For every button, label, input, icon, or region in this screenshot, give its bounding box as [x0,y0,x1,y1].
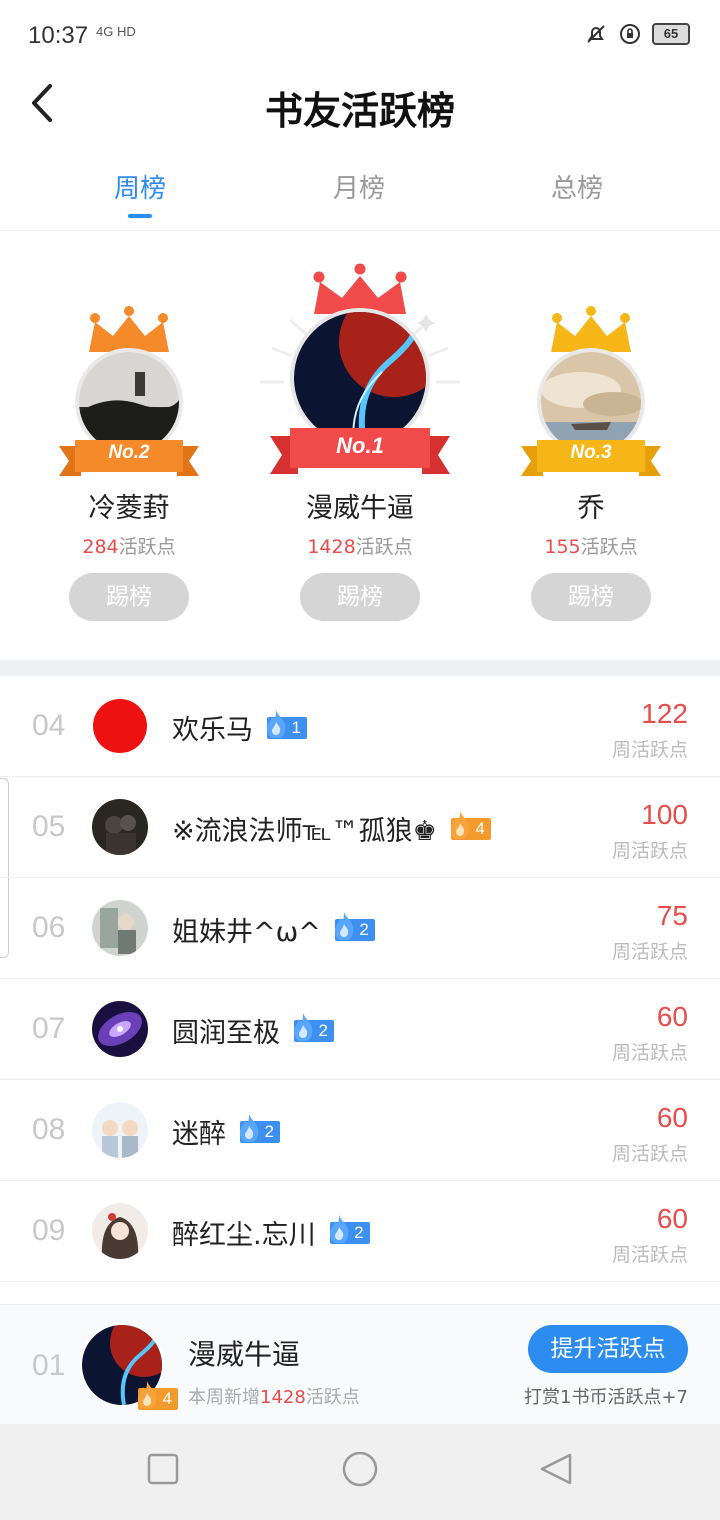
user-name: 迷醉 [172,1119,226,1150]
boost-hint: 打赏1书币活跃点+7 [524,1387,688,1408]
rank-label: No.2 [108,442,150,463]
score-value: 60 [656,1203,688,1234]
tab-weekly[interactable]: 周榜 [60,168,220,205]
podium-third: No.3 乔 155活跃点 踢榜 [521,232,661,632]
battery-indicator: 65 [652,23,690,45]
list-item[interactable]: 04 欢乐马 1 122 周活跃点 [0,676,720,777]
score-value: 100 [641,799,688,830]
avatar[interactable] [92,1203,148,1259]
list-item[interactable]: 09 醉红尘.忘川 2 60 周活跃点 [0,1181,720,1282]
system-nav-bar [0,1424,720,1520]
page-title: 书友活跃榜 [264,89,455,133]
home-icon[interactable] [341,1452,379,1490]
list-item[interactable]: 06 姐妹井^ω^ 2 75 周活跃点 [0,878,720,979]
avatar[interactable] [92,698,148,754]
boost-activity-button[interactable]: 提升活跃点 [528,1325,688,1373]
header: 书友活跃榜 [0,72,720,142]
avatar[interactable] [92,1001,148,1057]
avatar[interactable] [92,799,148,855]
tab-total[interactable]: 总榜 [497,168,657,205]
flame-icon [334,911,354,940]
rank-number: 07 [32,1012,66,1045]
podium: No.2 冷菱葑 284活跃点 踢榜 No.1 漫威牛逼 1428活跃点 踢榜 … [0,232,720,660]
winner-name: 漫威牛逼 [306,493,414,524]
avatar[interactable] [92,1102,148,1158]
avatar[interactable] [92,900,148,956]
winner-points-value: 1428 [307,536,356,558]
user-name: 圆润至极 [172,1018,280,1049]
section-divider [0,660,720,676]
score-label: 周活跃点 [611,1042,688,1064]
my-rank-bar: 01 4 漫威牛逼 本周新增1428活跃点 提升活跃点 打赏1书币活跃点+7 [0,1304,720,1425]
score-label: 周活跃点 [611,1244,688,1266]
level-badge: 4 [137,1381,178,1411]
rank-number: 04 [32,709,66,742]
podium-second: No.2 冷菱葑 284活跃点 踢榜 [59,232,199,632]
rank-label: No.1 [336,433,384,458]
level-badge: 2 [334,911,375,942]
score-value: 122 [641,698,688,729]
rank-number: 09 [32,1214,66,1247]
status-time: 10:37 [28,22,89,49]
level-badge: 2 [329,1214,370,1245]
user-name: 姐妹井^ω^ [172,917,321,948]
flame-icon [239,1113,259,1142]
status-bar: 10:37 4G HD 65 [0,0,720,72]
list-item[interactable]: 08 迷醉 2 60 周活跃点 [0,1080,720,1181]
list-item[interactable]: 05 ※流浪法师℡™孤狼♚ 4 100 周活跃点 [0,777,720,878]
score-label: 周活跃点 [611,840,688,862]
flame-icon [329,1214,348,1243]
score-value: 60 [656,1102,688,1133]
user-name: ※流浪法师℡™孤狼♚ [172,816,437,847]
kick-button[interactable]: 踢榜 [69,573,189,621]
podium-first: No.1 漫威牛逼 1428活跃点 踢榜 [260,232,460,632]
my-weekly-summary: 本周新增1428活跃点 [188,1387,360,1408]
winner-name: 乔 [577,493,605,524]
rank-number: 08 [32,1113,66,1146]
ranking-list: 04 欢乐马 1 122 周活跃点 05 ※流浪法师℡™孤狼♚ 4 100 周活… [0,676,720,1282]
winner-points-suffix: 活跃点 [355,536,413,558]
tab-monthly[interactable]: 月榜 [279,168,439,205]
flame-icon [266,709,286,738]
level-badge: 2 [239,1113,280,1144]
active-tab-indicator [128,214,152,218]
network-indicator: 4G HD [96,24,136,39]
score-label: 周活跃点 [611,941,688,963]
back-icon[interactable] [538,1452,574,1488]
recent-apps-icon[interactable] [146,1452,180,1486]
score-value: 60 [656,1001,688,1032]
flame-icon [293,1012,313,1041]
level-badge: 4 [450,810,491,841]
user-name: 欢乐马 [172,715,253,746]
kick-button[interactable]: 踢榜 [300,573,420,621]
kick-button[interactable]: 踢榜 [531,573,651,621]
score-value: 75 [656,900,688,931]
user-name: 醉红尘.忘川 [172,1220,316,1251]
tab-bar: 周榜 月榜 总榜 [0,160,720,231]
rotation-lock-icon [620,24,640,44]
my-rank-number: 01 [32,1349,66,1382]
score-label: 周活跃点 [611,739,688,761]
flame-icon [450,810,470,839]
list-item[interactable]: 07 圆润至极 2 60 周活跃点 [0,979,720,1080]
score-label: 周活跃点 [611,1143,688,1165]
level-badge: 2 [293,1012,334,1043]
winner-points-value: 284 [82,536,119,558]
winner-name: 冷菱葑 [88,493,170,524]
rank-number: 05 [32,810,66,843]
winner-points-suffix: 活跃点 [580,536,638,558]
flame-icon [137,1381,157,1409]
my-name: 漫威牛逼 [188,1338,301,1371]
mute-bell-icon [587,25,605,43]
level-badge: 1 [266,709,307,740]
winner-points-value: 155 [544,536,581,558]
rank-number: 06 [32,911,66,944]
rank-label: No.3 [570,442,612,463]
winner-points-suffix: 活跃点 [118,536,176,558]
